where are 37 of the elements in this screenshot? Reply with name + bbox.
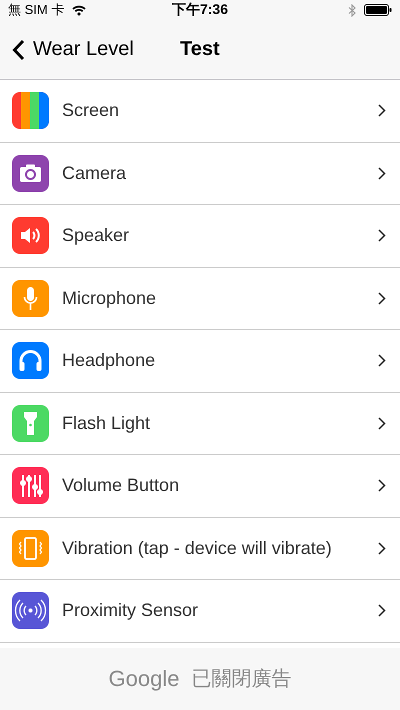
chevron-right-icon: [378, 166, 386, 180]
list-item[interactable]: Volume Button: [0, 455, 400, 518]
item-label: Microphone: [62, 288, 158, 309]
list-item[interactable]: Flash Light: [0, 392, 400, 455]
back-chevron-icon: [12, 38, 25, 60]
back-button[interactable]: Wear Level: [0, 38, 180, 61]
carrier-label: 無 SIM 卡: [8, 1, 64, 19]
ad-closed-label: 已關閉廣告: [191, 667, 292, 692]
item-label: Vibration (tap - device will vibrate): [62, 538, 333, 559]
list-item[interactable]: Speaker: [0, 205, 400, 268]
chevron-right-icon: [378, 416, 386, 430]
item-label: Proximity Sensor: [62, 600, 200, 622]
nav-title: Test: [180, 38, 220, 61]
chevron-right-icon: [378, 104, 386, 118]
list-item[interactable]: Screen: [0, 80, 400, 142]
list-item[interactable]: Vibration (tap - device will vibrate): [0, 518, 400, 580]
ad-brand: Google: [108, 666, 180, 692]
chevron-right-icon: [378, 479, 386, 492]
chevron-right-icon: [378, 229, 386, 242]
item-label: Volume Button: [62, 475, 180, 496]
chevron-right-icon: [378, 604, 386, 618]
wifi-icon: [72, 4, 86, 16]
bluetooth-icon: [348, 4, 356, 16]
list-item[interactable]: Camera: [0, 142, 400, 205]
list-item[interactable]: Microphone: [0, 268, 400, 330]
list-item[interactable]: Proximity Sensor: [0, 580, 400, 642]
chevron-right-icon: [378, 542, 386, 555]
item-label: Flash Light: [62, 412, 152, 434]
battery-icon: [364, 4, 392, 16]
status-time: 下午7:36: [172, 1, 228, 19]
item-label: Headphone: [62, 350, 156, 372]
chevron-right-icon: [378, 292, 386, 305]
item-label: Screen: [62, 100, 120, 122]
chevron-right-icon: [378, 354, 386, 368]
list-item[interactable]: Headphone: [0, 330, 400, 392]
item-label: Speaker: [62, 225, 130, 246]
item-label: Camera: [62, 162, 128, 184]
